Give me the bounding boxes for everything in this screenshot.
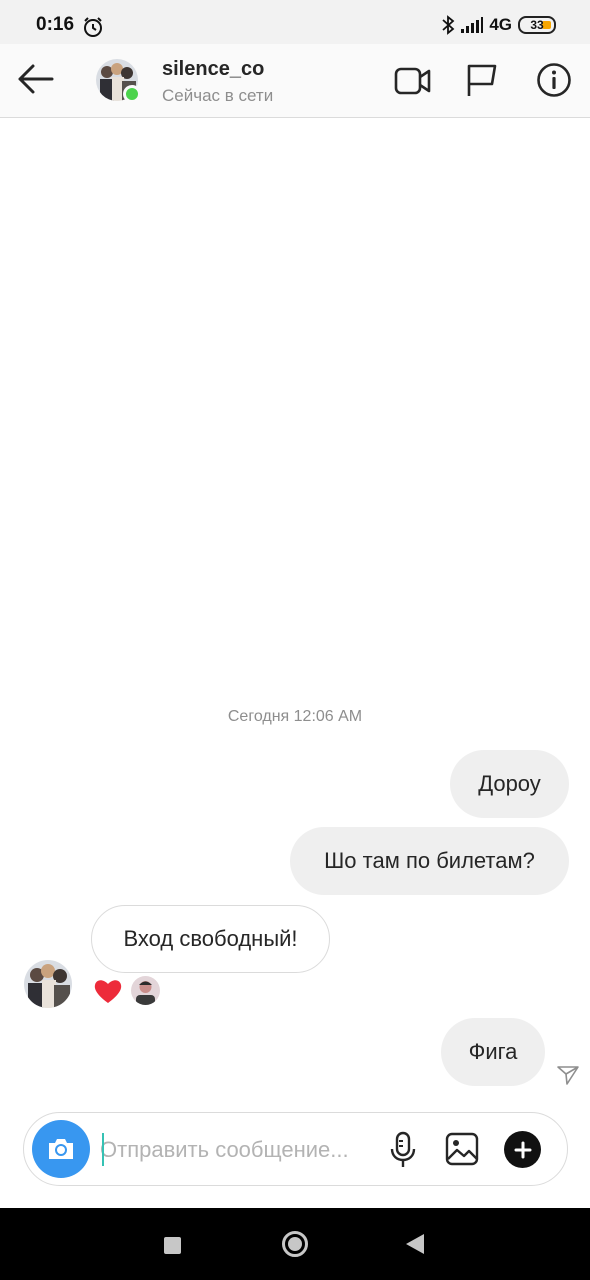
incoming-message[interactable]: Вход свободный! [91,905,330,973]
chat-header: silence_co Сейчас в сети [0,44,590,118]
back-arrow-icon[interactable] [16,61,56,97]
battery-icon: 33 [518,16,556,34]
outgoing-message[interactable]: Дороу [450,750,569,818]
gallery-icon[interactable] [445,1132,479,1166]
plus-icon [514,1141,531,1158]
microphone-icon[interactable] [390,1131,416,1169]
online-indicator [123,85,141,103]
contact-avatar[interactable] [96,59,141,103]
message-composer [23,1112,568,1186]
navigation-bar [0,1208,590,1280]
info-icon[interactable] [536,62,572,98]
outgoing-message[interactable]: Шо там по билетам? [290,827,569,895]
status-indicators: 4G 33 [441,14,556,36]
camera-button[interactable] [32,1120,90,1178]
sender-avatar[interactable] [24,960,72,1008]
outgoing-message[interactable]: Фига [441,1018,545,1086]
contact-status: Сейчас в сети [162,86,274,105]
status-time: 0:16 [36,14,75,35]
back-icon[interactable] [406,1234,424,1254]
more-options-button[interactable] [504,1131,541,1168]
recent-apps-icon[interactable] [164,1237,181,1254]
date-separator: Сегодня 12:06 AM [227,708,363,725]
status-bar: 0:16 4G 33 [0,0,590,44]
flag-icon[interactable] [465,62,499,98]
bluetooth-icon [442,15,455,35]
network-type: 4G [489,15,512,34]
alarm-icon [84,17,102,37]
camera-icon [49,1139,73,1159]
contact-username[interactable]: silence_co [162,58,264,81]
heart-icon[interactable] [93,977,123,1005]
send-arrow-icon [557,1066,579,1085]
message-input[interactable] [100,1131,380,1169]
home-icon[interactable] [282,1231,308,1257]
text-caret [102,1133,104,1166]
video-call-icon[interactable] [394,64,432,98]
reactor-avatar[interactable] [131,976,160,1005]
battery-level: 33 [530,18,544,32]
signal-icon [461,17,484,33]
